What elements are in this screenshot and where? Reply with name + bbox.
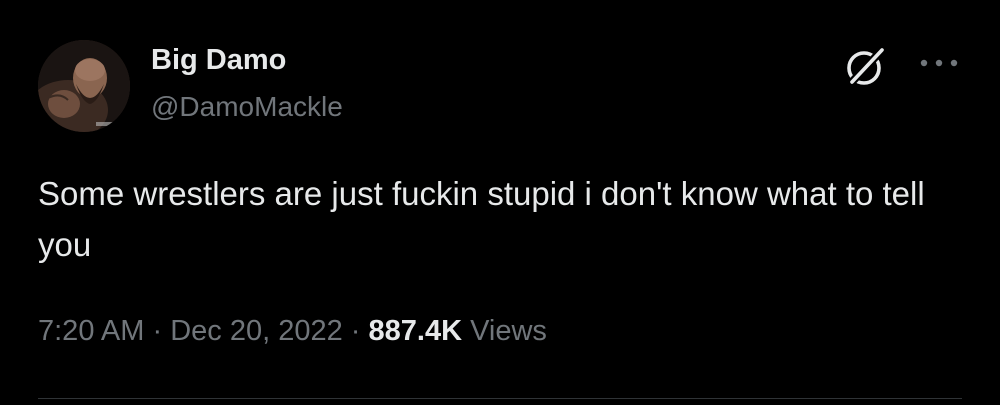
tweet-text: Some wrestlers are just fuckin stupid i …: [38, 175, 925, 263]
avatar-photo: [38, 40, 130, 132]
views-count[interactable]: 887.4K: [369, 315, 463, 347]
meta-separator: ·: [152, 315, 163, 347]
tweet[interactable]: Big Damo @DamoMackle Some wrestlers are …: [0, 0, 1000, 405]
meta-separator: ·: [350, 315, 361, 347]
user-handle[interactable]: @DamoMackle: [151, 91, 343, 123]
more-options-icon[interactable]: [918, 56, 960, 70]
avatar[interactable]: [38, 40, 130, 132]
tweet-time[interactable]: 7:20 AM: [38, 315, 144, 347]
views-label: Views: [470, 315, 547, 347]
grok-icon[interactable]: [842, 44, 888, 90]
tweet-date[interactable]: Dec 20, 2022: [170, 315, 343, 347]
display-name[interactable]: Big Damo: [151, 44, 286, 77]
divider: [38, 398, 962, 399]
tweet-meta: 7:20 AM · Dec 20, 2022 · 887.4K Views: [38, 315, 547, 348]
